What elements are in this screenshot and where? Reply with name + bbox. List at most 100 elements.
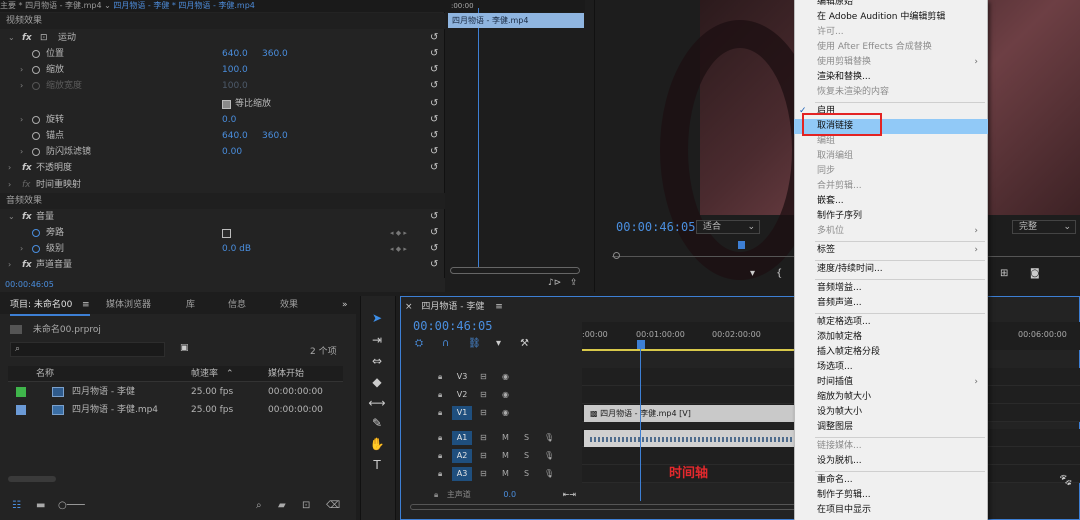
reset-icon[interactable]: ↺ xyxy=(430,33,441,44)
scale-value[interactable]: 100.0 xyxy=(222,62,248,78)
menu-item[interactable]: 在项目中显示 xyxy=(794,503,988,518)
mini-playhead[interactable] xyxy=(478,8,479,268)
program-timecode[interactable]: 00:00:46:05 xyxy=(616,220,695,234)
track-target-v3[interactable]: V3 xyxy=(452,370,472,384)
stopwatch-icon[interactable] xyxy=(32,228,40,237)
reset-icon[interactable]: ↺ xyxy=(430,115,441,126)
menu-item[interactable]: 嵌套... xyxy=(794,194,988,209)
menu-item[interactable]: 标签 › xyxy=(794,243,988,258)
razor-tool-icon[interactable]: ◆ xyxy=(368,373,386,391)
project-row[interactable]: 四月物语 - 李健 25.00 fps 00:00:00:00 xyxy=(8,383,343,401)
expand-arrow-icon[interactable]: › xyxy=(8,160,11,176)
expand-arrow-icon[interactable]: › xyxy=(8,177,11,193)
timeline-playhead[interactable] xyxy=(640,349,641,501)
timeline-timecode[interactable]: 00:00:46:05 xyxy=(413,319,492,333)
new-bin-from-search-icon[interactable]: ▣ xyxy=(180,343,189,353)
position-x-value[interactable]: 640.0 xyxy=(222,46,248,62)
solo-icon[interactable]: S xyxy=(524,447,529,465)
expand-arrow-icon[interactable]: › xyxy=(20,62,23,78)
sync-lock-icon[interactable]: ⊟ xyxy=(480,429,487,447)
mini-timeline-clip[interactable]: 四月物语 - 李健.mp4 xyxy=(448,13,584,28)
timeline-tab[interactable]: × 四月物语 - 李健 ≡ xyxy=(405,299,503,312)
stopwatch-icon[interactable] xyxy=(32,65,40,74)
marker-icon[interactable]: ▾ xyxy=(750,268,755,279)
volume-effect-row[interactable]: ⌄ fx 音量 ↺ xyxy=(0,209,445,225)
stopwatch-icon[interactable] xyxy=(32,131,40,140)
mini-timeline-scrollbar[interactable] xyxy=(450,267,580,274)
mute-icon[interactable]: M xyxy=(502,465,509,483)
track-target-v1[interactable]: V1 xyxy=(452,406,472,420)
lock-icon[interactable]: 🔒︎ xyxy=(438,404,442,422)
linked-selection-icon[interactable]: ⛓ xyxy=(468,338,481,349)
sync-lock-icon[interactable]: ⊟ xyxy=(480,404,487,422)
reset-icon[interactable]: ↺ xyxy=(430,260,441,271)
selection-tool-icon[interactable]: ➤ xyxy=(368,309,386,327)
reset-icon[interactable]: ↺ xyxy=(430,65,441,76)
menu-item[interactable]: 渲染和替换... xyxy=(794,70,988,85)
label-color-swatch[interactable] xyxy=(16,405,26,415)
new-item-icon[interactable]: ⊡ xyxy=(302,500,310,511)
mic-icon[interactable]: 🎙︎ xyxy=(544,465,554,483)
tab-info[interactable]: 信息 xyxy=(228,296,246,314)
motion-transform-icon[interactable]: ⊡ xyxy=(40,30,48,46)
timeline-playhead-handle[interactable] xyxy=(637,340,645,349)
effect-controls-timecode[interactable]: 00:00:46:05 xyxy=(0,278,445,292)
sort-ascending-icon[interactable]: ⌃ xyxy=(226,366,234,382)
menu-item[interactable]: 缩放为帧大小 xyxy=(794,390,988,405)
more-tabs-icon[interactable]: » xyxy=(342,296,348,314)
video-clip-v1[interactable]: ▩ 四月物语 - 李健.mp4 [V] xyxy=(584,405,820,422)
bypass-checkbox[interactable] xyxy=(222,229,231,238)
mute-icon[interactable]: M xyxy=(502,447,509,465)
menu-item[interactable]: 设为帧大小 xyxy=(794,405,988,420)
eye-icon[interactable]: ◉ xyxy=(502,404,509,422)
fx-icon[interactable]: fx xyxy=(22,160,32,176)
list-view-icon[interactable]: ☷ xyxy=(12,500,21,511)
uniform-scale-checkbox[interactable] xyxy=(222,100,231,109)
project-search-input[interactable]: ⌕ xyxy=(10,342,165,357)
reset-icon[interactable]: ↺ xyxy=(430,81,441,92)
menu-item[interactable]: 编辑原始 xyxy=(794,0,988,10)
solo-icon[interactable]: S xyxy=(524,429,529,447)
time-remap-row[interactable]: › fx 时间重映射 xyxy=(0,177,445,193)
menu-item[interactable]: 设为脱机... xyxy=(794,454,988,469)
mic-icon[interactable]: 🎙︎ xyxy=(544,429,554,447)
expand-arrow-icon[interactable]: › xyxy=(20,112,23,128)
menu-item[interactable]: 制作子剪辑... xyxy=(794,488,988,503)
fit-select[interactable]: 适合 ⌄ xyxy=(696,220,760,234)
sync-lock-icon[interactable]: ⊟ xyxy=(480,465,487,483)
master-clip-label[interactable]: 主要 * 四月物语 - 李健.mp4 xyxy=(0,1,102,10)
mark-in-icon[interactable]: { xyxy=(776,268,782,279)
pen-tool-icon[interactable]: ✎ xyxy=(368,414,386,432)
export-icon[interactable]: ⇪ xyxy=(570,278,578,288)
menu-item[interactable]: 场选项... xyxy=(794,360,988,375)
lock-icon[interactable]: 🔒︎ xyxy=(438,447,442,465)
track-target-a3[interactable]: A3 xyxy=(452,467,472,481)
lock-icon[interactable]: 🔒︎ xyxy=(438,465,442,483)
position-y-value[interactable]: 360.0 xyxy=(262,46,288,62)
ripple-edit-tool-icon[interactable]: ⇔ xyxy=(368,352,386,370)
new-bin-icon[interactable]: ▰ xyxy=(278,500,286,511)
reset-icon[interactable]: ↺ xyxy=(430,212,441,223)
menu-item[interactable]: 帧定格选项... xyxy=(794,315,988,330)
stopwatch-icon[interactable] xyxy=(32,244,40,253)
master-volume-value[interactable]: 0.0 xyxy=(503,490,516,499)
fx-icon[interactable]: fx xyxy=(22,209,32,225)
close-icon[interactable]: × xyxy=(405,302,413,312)
antiflicker-value[interactable]: 0.00 xyxy=(222,144,242,160)
sync-lock-icon[interactable]: ⊟ xyxy=(480,386,487,404)
sync-lock-icon[interactable]: ⊟ xyxy=(480,447,487,465)
lock-icon[interactable]: 🔒︎ xyxy=(438,429,442,447)
reset-icon[interactable]: ↺ xyxy=(430,131,441,142)
col-start-header[interactable]: 媒体开始 xyxy=(268,366,304,382)
project-scrollbar[interactable] xyxy=(8,476,56,482)
expand-arrow-icon[interactable]: › xyxy=(8,257,11,273)
menu-item[interactable]: 插入帧定格分段 xyxy=(794,345,988,360)
collapse-arrow-icon[interactable]: ⌄ xyxy=(8,30,15,46)
mute-icon[interactable]: M xyxy=(502,429,509,447)
quality-select[interactable]: 完整 ⌄ xyxy=(1012,220,1076,234)
col-name-header[interactable]: 名称 xyxy=(36,366,54,382)
source-clip-label[interactable]: 四月物语 - 李健 * 四月物语 - 李健.mp4 xyxy=(113,1,255,10)
stopwatch-icon[interactable] xyxy=(32,49,40,58)
eye-icon[interactable]: ◉ xyxy=(502,386,509,404)
motion-effect-row[interactable]: ⌄ fx ⊡ 运动 ↺ xyxy=(0,30,445,46)
